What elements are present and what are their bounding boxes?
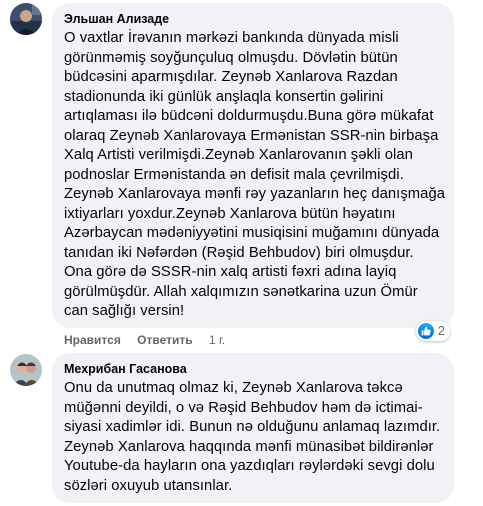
comment-text-2: Onu da unutmaq olmaz ki, Zeynəb Xanlarov… — [64, 379, 442, 496]
comment-text-line: can sağlığı versin! — [64, 303, 185, 319]
comment-actions-2: Нравится Ответить 1 г. — [64, 333, 238, 347]
comment-bubble-1: Эльшан Ализаде O vaxtlar İrəvanın mərkəz… — [52, 3, 454, 328]
comment-text-line: olaraq Zeynəb Xanlarovaya Ermənistan SSR… — [64, 127, 439, 144]
comment-text-line: Onu da unutmaq olmaz ki, Zeynəb Xanlarov… — [64, 380, 403, 396]
reply-action[interactable]: Ответить — [137, 333, 192, 347]
avatar-photo — [10, 354, 42, 386]
avatar-mehriban[interactable] — [10, 354, 42, 386]
reaction-count: 2 — [438, 324, 445, 338]
comment-text-line: Xalq Artisti verilmişdi.Zeynəb Xanlarova… — [64, 147, 413, 163]
comment-text-line: O vaxtlar İrəvanın mərkəzi bankında düny… — [64, 30, 399, 46]
comment-text-line: ixtiyarları yoxdur.Zeynəb Xanlarova bütü… — [64, 205, 396, 222]
comment-text-line: görülmüşdür. Allah xalqımızın sənətkarin… — [64, 283, 418, 300]
reaction-summary-1[interactable]: 2 — [416, 321, 450, 341]
like-icon — [418, 323, 434, 339]
comment-text-line: Azərbaycan mədəniyyətini musiqisini muğa… — [64, 225, 440, 241]
comment-text-line: Youtube-da hayların ona yazdıqları rəylə… — [64, 458, 435, 474]
comment-text-line: Zeynəb Xanlarova haqqında mənfi münasibə… — [64, 438, 434, 455]
comment-bubble-2: Мехрибан Гасанова Onu da unutmaq olmaz k… — [52, 353, 454, 503]
comment-text-line: sözləri oxuyub utansınlar. — [64, 477, 233, 494]
comment-text-line: stadionunda iki günlük anşlaqla konserti… — [64, 88, 384, 105]
comment-text-line: podnoslar Ermənistanda ən defisit mala ç… — [64, 166, 404, 183]
avatar-photo — [10, 3, 42, 35]
comment-text-1: O vaxtlar İrəvanın mərkəzi bankında düny… — [64, 29, 446, 322]
like-action[interactable]: Нравится — [64, 333, 121, 347]
comment-text-line: Zeynəb Xanlarovaya mənfi rəy yazanların … — [64, 186, 446, 202]
comment-text-line: müğənni deyildi, o və Rəşid Behbudov həm… — [64, 399, 423, 416]
comment-text-line: Ona görə də SSSR-nin xalq artisti fəxri … — [64, 264, 397, 280]
comment-timestamp[interactable]: 1 г. — [209, 333, 225, 347]
comment-text-line: görünməmiş soyğunçuluq olmuşdu. Dövlətin… — [64, 49, 398, 66]
avatar-elshan[interactable] — [10, 3, 42, 35]
comment-text-line: tanıdan iki Nəfərdən (Rəşid Behbudov) bi… — [64, 244, 414, 261]
comment-text-line: artıqlaması ilə büdcəni doldurmuşdu.Buna… — [64, 108, 434, 124]
comment-text-line: siyasi xadimlər idi. Bunun nə olduğunu a… — [64, 419, 441, 435]
comment-author-2[interactable]: Мехрибан Гасанова — [64, 361, 442, 377]
comment-text-line: büdcəsini aparmışdılar. Zeynəb Xanlarova… — [64, 69, 398, 85]
comment-author-1[interactable]: Эльшан Ализаде — [64, 11, 442, 27]
